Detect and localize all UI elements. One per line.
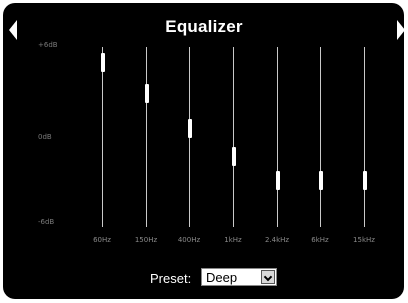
slider-knob[interactable] [318, 170, 323, 190]
preset-label: Preset: [150, 271, 192, 286]
frequency-label: 15kHz [353, 236, 375, 244]
slider-knob[interactable] [144, 84, 149, 104]
frequency-label: 150Hz [134, 236, 158, 244]
frequency-label: 1kHz [224, 236, 242, 244]
frequency-label: 6kHz [311, 236, 329, 244]
slider-knob[interactable] [231, 147, 236, 167]
slider-track[interactable] [233, 47, 234, 227]
preset-value: Deep [206, 270, 238, 285]
slider-knob[interactable] [275, 170, 280, 190]
db-label-bottom: -6dB [38, 218, 55, 226]
page-title: Equalizer [165, 17, 243, 36]
slider-knob[interactable] [362, 170, 367, 190]
slider-track[interactable] [102, 47, 103, 227]
slider-track[interactable] [320, 47, 321, 227]
db-label-top: +6dB [38, 41, 58, 49]
frequency-label: 60Hz [93, 236, 111, 244]
slider-knob[interactable] [100, 52, 105, 72]
frequency-label: 400Hz [177, 236, 201, 244]
equalizer-window: Equalizer +6dB 0dB -6dB 60Hz 150Hz 400Hz 1k… [0, 0, 408, 303]
chevron-down-icon [263, 272, 273, 282]
slider-track[interactable] [277, 47, 278, 227]
db-label-middle: 0dB [38, 133, 52, 141]
dropdown-button[interactable] [261, 270, 275, 284]
slider-track[interactable] [364, 47, 365, 227]
frequency-label: 2.4kHz [264, 236, 290, 244]
preset-dropdown[interactable]: Deep [201, 268, 277, 286]
slider-track[interactable] [146, 47, 147, 227]
slider-knob[interactable] [187, 118, 192, 138]
equalizer-panel [3, 3, 404, 299]
